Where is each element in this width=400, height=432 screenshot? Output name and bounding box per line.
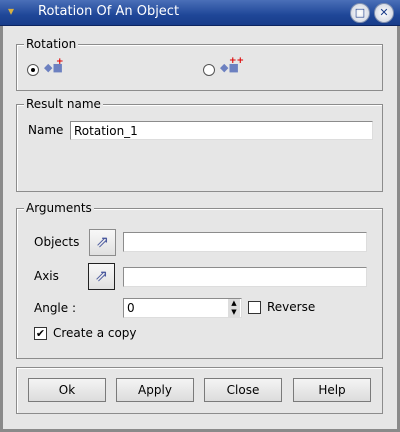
result-name-group-label: Result name bbox=[24, 97, 103, 111]
create-copy-label: Create a copy bbox=[53, 326, 137, 340]
apply-button[interactable]: Apply bbox=[116, 378, 194, 402]
help-button[interactable]: Help bbox=[293, 378, 371, 402]
rotation-axis-radio[interactable] bbox=[27, 64, 39, 76]
close-icon[interactable]: ✕ bbox=[374, 3, 394, 23]
window-title: Rotation Of An Object bbox=[38, 4, 180, 19]
rotation-axis-icon: ◆■ + bbox=[44, 57, 64, 74]
maximize-icon[interactable]: □ bbox=[350, 3, 370, 23]
axis-input[interactable] bbox=[123, 267, 367, 287]
angle-label: Angle : bbox=[34, 301, 77, 315]
close-button[interactable]: Close bbox=[204, 378, 282, 402]
objects-select-button[interactable]: ⇗ bbox=[89, 229, 116, 256]
name-label: Name bbox=[28, 123, 64, 137]
arguments-group-label: Arguments bbox=[24, 201, 94, 215]
rotation-three-points-icon: ◆■ ++ bbox=[220, 56, 245, 74]
spin-arrows-icon[interactable]: ▲ ▼ bbox=[228, 299, 240, 317]
app-icon: ▾ bbox=[8, 4, 15, 18]
objects-input[interactable] bbox=[123, 232, 367, 252]
name-input[interactable]: Rotation_1 bbox=[70, 121, 373, 140]
arrow-select-icon: ⇗ bbox=[94, 266, 109, 285]
axis-select-button[interactable]: ⇗ bbox=[88, 263, 115, 290]
axis-label: Axis bbox=[34, 269, 59, 283]
create-copy-checkbox[interactable]: ✔ bbox=[34, 327, 47, 340]
ok-button[interactable]: Ok bbox=[28, 378, 106, 402]
objects-label: Objects bbox=[34, 235, 80, 249]
rotation-group bbox=[16, 44, 383, 91]
reverse-checkbox[interactable] bbox=[248, 301, 261, 314]
arrow-select-icon: ⇗ bbox=[95, 232, 110, 251]
angle-spinbox[interactable]: 0 bbox=[123, 298, 242, 318]
rotation-three-points-radio[interactable] bbox=[203, 64, 215, 76]
reverse-label: Reverse bbox=[267, 300, 316, 314]
result-name-group bbox=[16, 104, 383, 192]
rotation-group-label: Rotation bbox=[24, 37, 79, 51]
